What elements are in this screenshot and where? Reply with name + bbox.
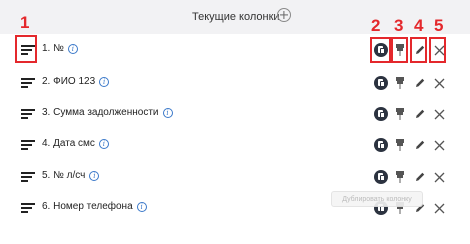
column-name: 4. Дата смс bbox=[42, 138, 95, 149]
column-label: 5. № л/сч i bbox=[42, 170, 100, 181]
info-icon[interactable]: i bbox=[98, 138, 109, 149]
column-label: 1. № i bbox=[42, 43, 78, 54]
column-name: 5. № л/сч bbox=[42, 170, 86, 181]
edit-button[interactable] bbox=[411, 167, 429, 187]
pin-icon bbox=[396, 77, 404, 89]
delete-button[interactable] bbox=[430, 73, 448, 93]
duplicate-icon bbox=[374, 76, 388, 90]
pin-icon bbox=[396, 171, 404, 183]
drag-handle-icon[interactable] bbox=[21, 203, 35, 214]
annotation-number-5: 5 bbox=[434, 16, 444, 35]
column-row: 3. Сумма задолженности i bbox=[0, 101, 470, 127]
column-label: 4. Дата смс i bbox=[42, 138, 109, 149]
pencil-icon bbox=[416, 78, 425, 87]
duplicate-tooltip: Дублировать колонку bbox=[331, 191, 423, 207]
pin-icon bbox=[396, 108, 404, 120]
edit-button[interactable] bbox=[411, 73, 429, 93]
column-name: 2. ФИО 123 bbox=[42, 76, 96, 87]
column-name: 6. Номер телефона bbox=[42, 201, 133, 212]
pin-icon bbox=[396, 139, 404, 151]
duplicate-button[interactable] bbox=[372, 135, 390, 155]
edit-button[interactable] bbox=[411, 104, 429, 124]
info-icon[interactable]: i bbox=[67, 43, 78, 54]
info-icon[interactable]: i bbox=[162, 107, 173, 118]
pencil-icon bbox=[416, 140, 425, 149]
pin-button[interactable] bbox=[391, 135, 409, 155]
annotation-box-pin bbox=[391, 37, 408, 63]
column-name: 1. № bbox=[42, 43, 64, 54]
column-label: 2. ФИО 123 i bbox=[42, 76, 110, 87]
duplicate-button[interactable] bbox=[372, 104, 390, 124]
annotation-number-3: 3 bbox=[394, 16, 404, 35]
column-label: 6. Номер телефона i bbox=[42, 201, 147, 212]
close-icon bbox=[434, 109, 444, 119]
header-title: Текущие колонки bbox=[192, 11, 280, 23]
info-icon[interactable]: i bbox=[99, 76, 110, 87]
annotation-number-2: 2 bbox=[371, 16, 381, 35]
annotation-box-duplicate bbox=[370, 37, 391, 63]
pin-button[interactable] bbox=[391, 73, 409, 93]
annotation-box-edit bbox=[410, 37, 427, 63]
delete-button[interactable] bbox=[430, 198, 448, 218]
delete-button[interactable] bbox=[430, 104, 448, 124]
pin-button[interactable] bbox=[391, 167, 409, 187]
duplicate-button[interactable] bbox=[372, 167, 390, 187]
duplicate-button[interactable] bbox=[372, 73, 390, 93]
annotation-box-delete bbox=[429, 37, 446, 63]
add-column-button[interactable] bbox=[277, 8, 291, 22]
close-icon bbox=[434, 78, 444, 88]
drag-handle-icon[interactable] bbox=[21, 140, 35, 151]
drag-handle-icon[interactable] bbox=[21, 78, 35, 89]
column-row: 5. № л/сч i bbox=[0, 164, 470, 190]
duplicate-icon bbox=[374, 107, 388, 121]
close-icon bbox=[434, 203, 444, 213]
edit-button[interactable] bbox=[411, 135, 429, 155]
column-row: 2. ФИО 123 i bbox=[0, 70, 470, 96]
info-icon[interactable]: i bbox=[136, 201, 147, 212]
annotation-box-drag bbox=[15, 35, 37, 63]
duplicate-icon bbox=[374, 138, 388, 152]
pencil-icon bbox=[416, 172, 425, 181]
info-icon[interactable]: i bbox=[89, 170, 100, 181]
pencil-icon bbox=[416, 109, 425, 118]
drag-handle-icon[interactable] bbox=[21, 172, 35, 183]
pin-button[interactable] bbox=[391, 104, 409, 124]
column-row: 4. Дата смс i bbox=[0, 132, 470, 158]
drag-handle-icon[interactable] bbox=[21, 109, 35, 120]
annotation-number-4: 4 bbox=[414, 16, 424, 35]
close-icon bbox=[434, 172, 444, 182]
annotation-number-1: 1 bbox=[20, 13, 30, 32]
close-icon bbox=[434, 140, 444, 150]
delete-button[interactable] bbox=[430, 135, 448, 155]
delete-button[interactable] bbox=[430, 167, 448, 187]
columns-panel: Текущие колонки 1. № i 2. ФИО 123 i 3. С… bbox=[0, 0, 470, 244]
duplicate-icon bbox=[374, 170, 388, 184]
column-label: 3. Сумма задолженности i bbox=[42, 107, 173, 118]
column-name: 3. Сумма задолженности bbox=[42, 107, 159, 118]
